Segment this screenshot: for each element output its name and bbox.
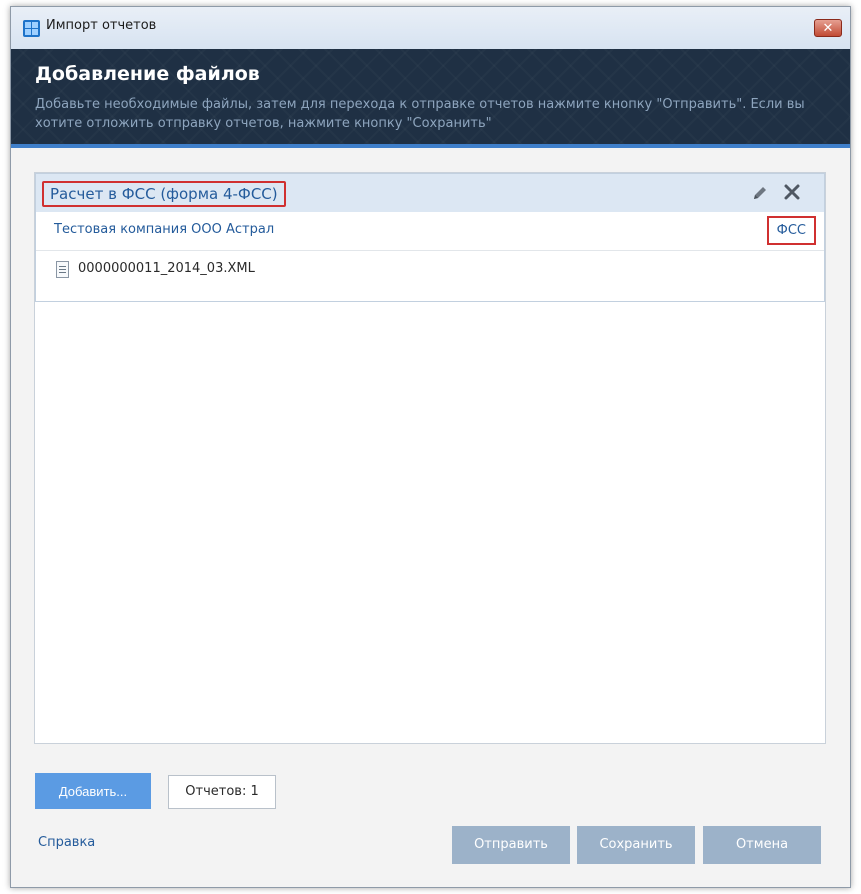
send-button[interactable]: Отправить <box>452 826 570 864</box>
help-link[interactable]: Справка <box>38 835 95 850</box>
app-grid-icon <box>23 20 40 37</box>
close-icon[interactable] <box>782 182 802 202</box>
banner-description: Добавьте необходимые файлы, затем для пе… <box>35 97 805 131</box>
report-count: Отчетов: 1 <box>168 775 276 809</box>
window-title: Импорт отчетов <box>46 18 157 33</box>
banner-title: Добавление файлов <box>35 63 260 85</box>
report-card[interactable]: Расчет в ФСС (форма 4-ФСС) Тестовая комп… <box>35 173 825 302</box>
file-row[interactable]: 0000000011_2014_03.XML <box>36 251 824 289</box>
document-icon <box>56 261 69 278</box>
file-name: 0000000011_2014_03.XML <box>78 261 255 276</box>
report-header[interactable]: Расчет в ФСС (форма 4-ФСС) <box>36 174 824 212</box>
company-name: Тестовая компания ООО Астрал <box>54 222 275 237</box>
title-bar[interactable]: Импорт отчетов ✕ <box>11 7 850 50</box>
window-close-button[interactable]: ✕ <box>814 19 842 37</box>
reports-list[interactable]: Расчет в ФСС (форма 4-ФСС) Тестовая комп… <box>34 172 826 744</box>
pencil-icon[interactable] <box>750 183 770 203</box>
save-button[interactable]: Сохранить <box>577 826 695 864</box>
close-icon: ✕ <box>822 21 834 36</box>
add-button[interactable]: Добавить... <box>35 773 151 809</box>
company-row: Тестовая компания ООО Астрал ФСС <box>36 212 824 251</box>
cancel-button[interactable]: Отмена <box>703 826 821 864</box>
report-title[interactable]: Расчет в ФСС (форма 4-ФСС) <box>42 181 286 207</box>
header-banner: Добавление файлов Добавьте необходимые ф… <box>11 49 850 148</box>
authority-badge: ФСС <box>766 216 816 245</box>
